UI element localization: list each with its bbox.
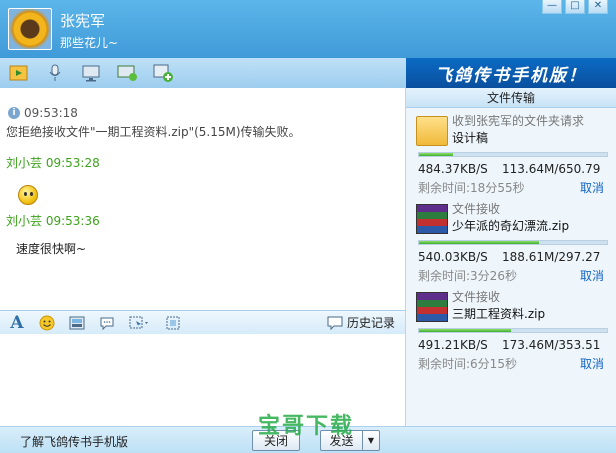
- transfer-remaining-time: 剩余时间:18分55秒: [418, 181, 525, 195]
- input-toolbar: A 历史记录: [0, 310, 406, 334]
- transfer-item: 收到张宪军的文件夹请求 设计稿 484.37KB/S 113.64M/650.7…: [406, 108, 616, 196]
- transfer-file-name: 三期工程资料.zip: [452, 307, 546, 321]
- send-options-dropdown[interactable]: ▼: [362, 430, 380, 451]
- transfer-progress-bar: [418, 152, 608, 157]
- mobile-promo-banner[interactable]: 飞鸽传书手机版！: [406, 58, 616, 88]
- chat-toolbar: [0, 58, 406, 88]
- transfer-item: 文件接收 三期工程资料.zip 491.21KB/S 173.46M/353.5…: [406, 284, 616, 372]
- system-time: 09:53:18: [24, 106, 78, 120]
- transfer-size: 173.46M/353.51: [502, 338, 601, 352]
- watermark: 宝哥下载: [258, 414, 355, 439]
- font-icon[interactable]: A: [8, 313, 26, 333]
- message-header: 刘小芸 09:53:28: [6, 154, 100, 171]
- speech-bubble-icon[interactable]: [98, 314, 116, 332]
- contact-avatar[interactable]: [8, 8, 52, 50]
- transfer-progress-bar: [418, 240, 608, 245]
- minimize-button[interactable]: —: [542, 0, 562, 14]
- video-icon[interactable]: [80, 63, 102, 83]
- remote-desktop-icon[interactable]: [116, 63, 138, 83]
- add-app-icon[interactable]: [152, 63, 174, 83]
- transfer-remaining-time: 剩余时间:6分15秒: [418, 357, 517, 371]
- info-icon: i: [8, 107, 20, 119]
- message-time: 09:53:28: [45, 156, 100, 170]
- close-window-button[interactable]: ✕: [588, 0, 608, 14]
- message-header: 刘小芸 09:53:36: [6, 212, 100, 229]
- transfer-progress-fill: [419, 153, 453, 156]
- screenshot-icon[interactable]: [128, 314, 152, 332]
- emoji-icon[interactable]: [38, 314, 56, 332]
- cancel-transfer-link[interactable]: 取消: [580, 179, 604, 196]
- contact-signature: 那些花儿~: [60, 36, 119, 50]
- transfer-file-name: 设计稿: [452, 131, 489, 145]
- message-sender: 刘小芸: [6, 214, 43, 228]
- transfer-progress-fill: [419, 241, 540, 244]
- window-controls: — □ ✕: [542, 0, 608, 14]
- system-message-header: i 09:53:18: [8, 106, 78, 120]
- message-content: 速度很快啊~: [16, 242, 87, 256]
- transfer-speed: 491.21KB/S: [418, 338, 488, 352]
- history-button[interactable]: 历史记录: [327, 314, 395, 331]
- transfer-type: 文件接收: [452, 290, 501, 304]
- transfer-item: 文件接收 少年派的奇幻漂流.zip 540.03KB/S 188.61M/297…: [406, 196, 616, 284]
- zip-archive-icon: [416, 292, 448, 322]
- message-time: 09:53:36: [45, 214, 100, 228]
- history-icon: [327, 316, 343, 330]
- cancel-transfer-link[interactable]: 取消: [580, 355, 604, 372]
- transfer-file-name: 少年派的奇幻漂流.zip: [452, 219, 570, 233]
- history-label: 历史记录: [346, 316, 395, 330]
- transfer-speed: 540.03KB/S: [418, 250, 488, 264]
- transfer-speed: 484.37KB/S: [418, 162, 488, 176]
- contact-name[interactable]: 张宪军: [60, 10, 105, 31]
- smiley-emoji-icon: [18, 185, 38, 205]
- transfer-size: 113.64M/650.79: [502, 162, 601, 176]
- message-sender: 刘小芸: [6, 156, 43, 170]
- chat-history[interactable]: i 09:53:18 您拒绝接收文件"一期工程资料.zip"(5.15M)传输失…: [0, 88, 406, 310]
- transfer-progress-bar: [418, 328, 608, 333]
- zip-archive-icon: [416, 204, 448, 234]
- send-file-icon[interactable]: [8, 63, 30, 83]
- transfer-progress-fill: [419, 329, 512, 332]
- transfer-type: 收到张宪军的文件夹请求: [452, 114, 585, 128]
- image-icon[interactable]: [68, 314, 86, 332]
- chat-header: 张宪军 那些花儿~ — □ ✕: [0, 0, 616, 58]
- cancel-transfer-link[interactable]: 取消: [580, 267, 604, 284]
- system-message: 您拒绝接收文件"一期工程资料.zip"(5.15M)传输失败。: [6, 125, 301, 139]
- transfer-type: 文件接收: [452, 202, 501, 216]
- transfer-size: 188.61M/297.27: [502, 250, 601, 264]
- folder-icon: [416, 116, 448, 146]
- file-transfer-title: 文件传输: [406, 88, 616, 108]
- file-transfer-panel: 文件传输 收到张宪军的文件夹请求 设计稿 484.37KB/S 113.64M/…: [406, 88, 616, 426]
- screen-record-icon[interactable]: [164, 314, 182, 332]
- transfer-remaining-time: 剩余时间:3分26秒: [418, 269, 517, 283]
- voice-icon[interactable]: [44, 63, 66, 83]
- learn-mobile-link[interactable]: 了解飞鸽传书手机版: [20, 433, 128, 450]
- maximize-button[interactable]: □: [565, 0, 585, 14]
